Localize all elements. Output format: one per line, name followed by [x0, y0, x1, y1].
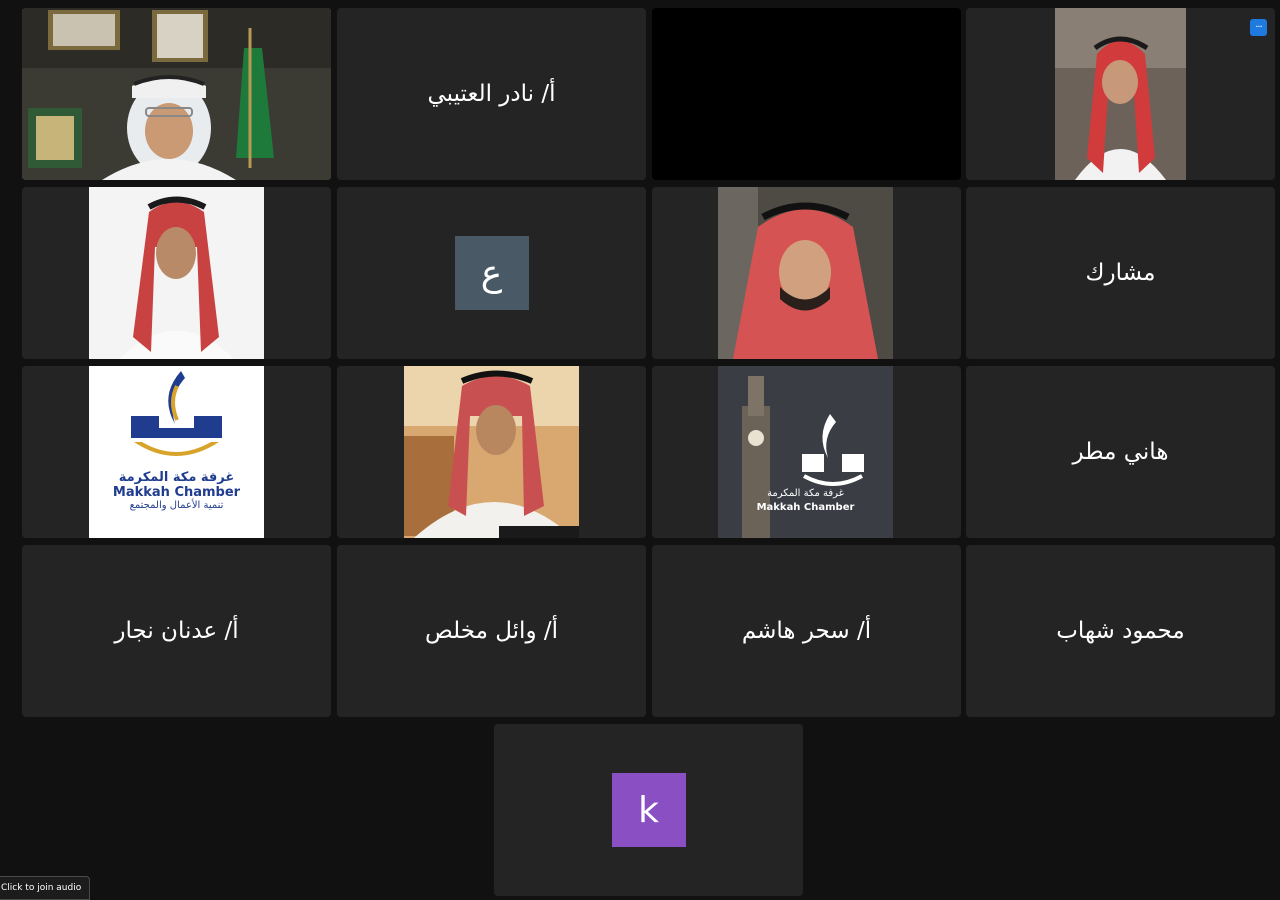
- avatar-initial: k: [638, 789, 659, 831]
- participant-tile[interactable]: أ/ عدنان نجار: [22, 545, 331, 717]
- logo-arabic-text: غرفة مكة المكرمة: [118, 470, 235, 485]
- participant-photo: [1055, 8, 1186, 180]
- participant-photo: [718, 187, 893, 359]
- participant-tile-photo[interactable]: ...: [966, 8, 1275, 180]
- participant-tile-empty[interactable]: [652, 8, 961, 180]
- participant-name: محمود شهاب: [1056, 618, 1185, 644]
- join-audio-button[interactable]: Click to join audio: [0, 876, 91, 900]
- participant-avatar: k: [611, 773, 686, 847]
- participant-tile-photo[interactable]: [337, 366, 646, 538]
- more-options-button[interactable]: ...: [1250, 19, 1267, 36]
- participant-tile[interactable]: مشارك: [966, 187, 1275, 359]
- participant-name: أ/ عدنان نجار: [114, 618, 239, 644]
- meeting-gallery-view: أ/ نادر العتيبي ... ع مشارك غرفة مكة الم…: [0, 0, 1280, 900]
- logo-english-text: Makkah Chamber: [756, 502, 855, 513]
- participant-tile[interactable]: هاني مطر: [966, 366, 1275, 538]
- logo-arabic-text: غرفة مكة المكرمة: [767, 488, 844, 499]
- participant-tile-video[interactable]: [22, 8, 331, 180]
- participant-tile[interactable]: أ/ سحر هاشم: [652, 545, 961, 717]
- participant-name: أ/ وائل مخلص: [424, 618, 559, 644]
- participant-photo: [404, 366, 579, 538]
- participant-tile-photo[interactable]: [652, 187, 961, 359]
- participant-name: هاني مطر: [1072, 439, 1169, 465]
- logo-english-text: Makkah Chamber: [112, 485, 241, 500]
- participant-avatar: ع: [454, 236, 529, 310]
- participant-tile[interactable]: أ/ وائل مخلص: [337, 545, 646, 717]
- participant-tile[interactable]: أ/ نادر العتيبي: [337, 8, 646, 180]
- participant-tile[interactable]: ع: [337, 187, 646, 359]
- participant-name: أ/ نادر العتيبي: [427, 81, 556, 107]
- participant-photo: [89, 187, 264, 359]
- logo-tagline: تنمية الأعمال والمجتمع: [129, 500, 224, 511]
- participant-name: أ/ سحر هاشم: [741, 618, 872, 644]
- participant-tile[interactable]: k: [494, 724, 803, 896]
- participant-tile-logo[interactable]: غرفة مكة المكرمة Makkah Chamber تنمية ال…: [22, 366, 331, 538]
- avatar-initial: ع: [480, 252, 503, 294]
- participant-tile[interactable]: محمود شهاب: [966, 545, 1275, 717]
- makkah-chamber-logo: غرفة مكة المكرمة Makkah Chamber تنمية ال…: [89, 366, 264, 538]
- participant-name: مشارك: [1085, 260, 1156, 286]
- participant-video-feed: [22, 8, 331, 180]
- makkah-chamber-emblem-icon: [131, 371, 222, 456]
- participant-tile-photo[interactable]: [22, 187, 331, 359]
- participant-tile-logo[interactable]: غرفة مكة المكرمة Makkah Chamber: [652, 366, 961, 538]
